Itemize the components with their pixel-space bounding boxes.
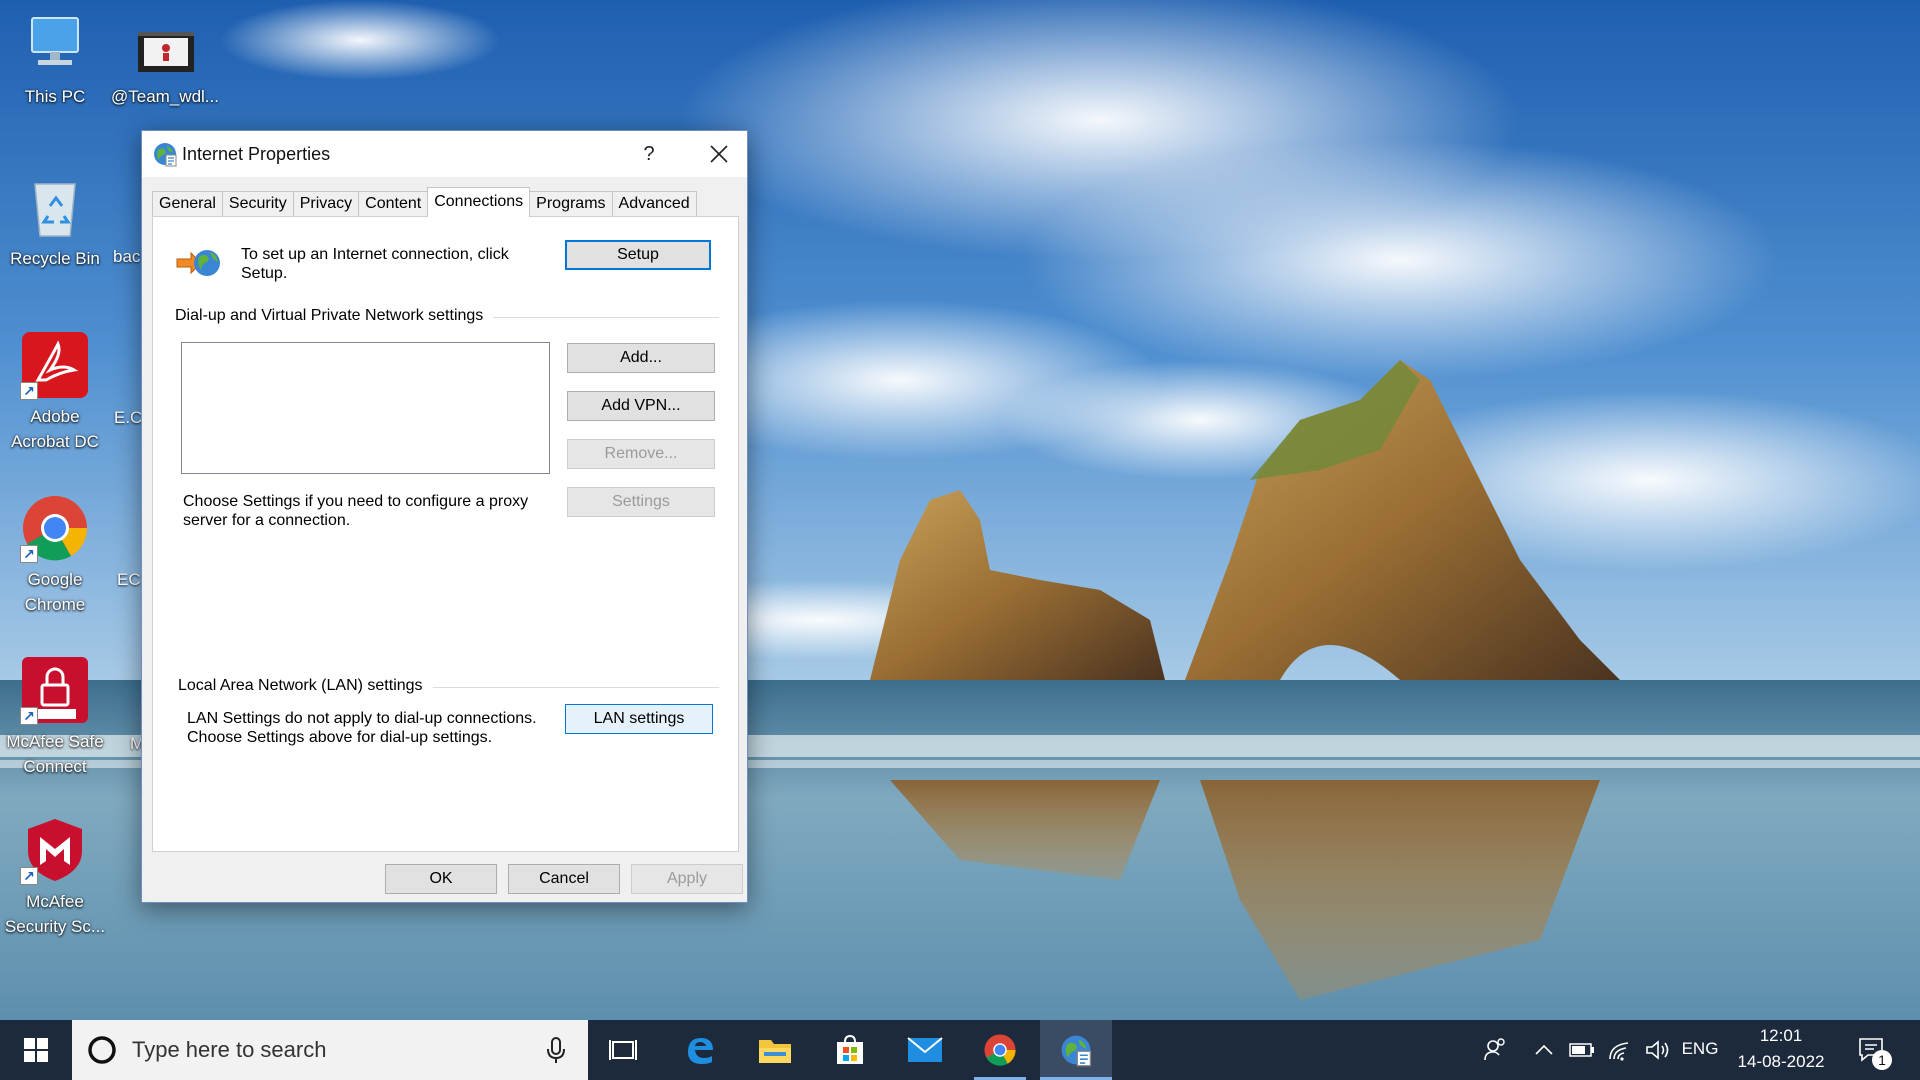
- shortcut-arrow-icon: ↗: [20, 382, 38, 400]
- speaker-icon: [1646, 1040, 1669, 1060]
- video-file-icon: [130, 10, 200, 80]
- setup-button[interactable]: Setup: [565, 240, 711, 270]
- desktop-icon-google-chrome[interactable]: ↗ Google Chrome: [0, 493, 110, 617]
- mcafee-safe-connect-icon: ↗: [20, 655, 90, 725]
- chevron-up-icon: [1535, 1044, 1553, 1055]
- taskbar-mail[interactable]: [895, 1020, 955, 1080]
- monitor-icon: [20, 10, 90, 80]
- tab-privacy[interactable]: Privacy: [292, 191, 360, 217]
- desktop-icon-label-partial: bac: [113, 247, 141, 266]
- wifi-icon: [1609, 1042, 1629, 1061]
- apply-button[interactable]: Apply: [631, 864, 743, 894]
- tab-programs[interactable]: Programs: [529, 191, 613, 217]
- tab-connections[interactable]: Connections: [427, 187, 531, 217]
- chrome-icon: [984, 1034, 1016, 1066]
- connections-listbox[interactable]: [181, 342, 550, 474]
- ok-button[interactable]: OK: [385, 864, 497, 894]
- taskbar-chrome[interactable]: [970, 1020, 1030, 1080]
- dialup-group-label: Dial-up and Virtual Private Network sett…: [175, 307, 494, 325]
- shortcut-arrow-icon: ↗: [20, 545, 38, 563]
- lan-settings-button[interactable]: LAN settings: [565, 704, 713, 734]
- action-center-button[interactable]: 1: [1850, 1020, 1894, 1080]
- mail-envelope-icon: [907, 1037, 943, 1062]
- chrome-icon: ↗: [20, 493, 90, 563]
- desktop-icon-this-pc[interactable]: This PC: [0, 10, 110, 109]
- taskbar-file-explorer[interactable]: [745, 1020, 805, 1080]
- people-icon: [1484, 1038, 1505, 1061]
- dialog-title: Internet Properties: [182, 144, 331, 164]
- shortcut-arrow-icon: ↗: [20, 707, 38, 725]
- lan-description: LAN Settings do not apply to dial-up con…: [187, 710, 537, 746]
- desktop-icon-mcafee-safe-connect[interactable]: ↗ McAfee Safe Connect: [0, 655, 110, 779]
- store-bag-icon: [837, 1034, 863, 1064]
- tab-security[interactable]: Security: [221, 191, 294, 217]
- folder-icon: [759, 1040, 791, 1063]
- desktop-icon-label-partial: E.C: [114, 408, 143, 427]
- people-button[interactable]: [1475, 1020, 1515, 1080]
- language-indicator[interactable]: ENG: [1680, 1039, 1720, 1059]
- desktop-icon-mcafee-security-scan[interactable]: ↗ McAfee Security Sc...: [0, 815, 110, 939]
- add-button[interactable]: Add...: [567, 343, 715, 373]
- taskbar-internet-properties[interactable]: [1040, 1020, 1112, 1080]
- volume-button[interactable]: [1640, 1020, 1676, 1080]
- dialog-titlebar[interactable]: Internet Properties ?: [142, 131, 747, 177]
- connections-panel: To set up an Internet connection, click …: [152, 216, 739, 852]
- taskbar-microsoft-store[interactable]: [820, 1020, 880, 1080]
- desktop-icon-adobe-acrobat[interactable]: ↗ Adobe Acrobat DC: [0, 330, 110, 454]
- cortana-circle-icon: [88, 1036, 116, 1064]
- task-view-button[interactable]: [593, 1020, 653, 1080]
- recycle-bin-icon: [20, 172, 90, 242]
- task-view-icon: [609, 1040, 637, 1060]
- windows-logo-icon: [24, 1038, 48, 1062]
- tab-strip: General Security Privacy Content Connect…: [152, 187, 697, 217]
- desktop-icon-label: McAfee Security Sc...: [4, 892, 106, 936]
- search-placeholder: Type here to search: [132, 1037, 327, 1062]
- internet-globe-icon: [1061, 1035, 1092, 1067]
- battery-button[interactable]: [1564, 1020, 1600, 1080]
- edge-icon: [688, 1038, 713, 1064]
- remove-button[interactable]: Remove...: [567, 439, 715, 469]
- desktop-icon-label: McAfee Safe Connect: [6, 732, 104, 776]
- desktop-icon-recycle-bin[interactable]: Recycle Bin: [0, 172, 110, 271]
- tab-advanced[interactable]: Advanced: [611, 191, 697, 217]
- desktop-icon-label: This PC: [24, 87, 86, 106]
- setup-description: To set up an Internet connection, click …: [241, 246, 509, 282]
- internet-properties-dialog: Internet Properties ? General Security P…: [141, 130, 748, 903]
- notification-count-badge: 1: [1872, 1050, 1892, 1070]
- help-button[interactable]: ?: [620, 131, 678, 177]
- mcafee-shield-icon: ↗: [20, 815, 90, 885]
- tab-general[interactable]: General: [152, 191, 223, 217]
- desktop-icon-label: Adobe Acrobat DC: [11, 407, 99, 451]
- cancel-button[interactable]: Cancel: [508, 864, 620, 894]
- clock-time[interactable]: 12:01: [1726, 1026, 1836, 1046]
- lan-group-label: Local Area Network (LAN) settings: [178, 677, 433, 695]
- desktop-icon-team-file[interactable]: @Team_wdl...: [110, 10, 220, 109]
- taskbar-edge[interactable]: [670, 1020, 730, 1080]
- tab-content[interactable]: Content: [358, 191, 429, 217]
- close-icon: [710, 145, 728, 163]
- taskbar: Type here to search ENG 12:01 14-08-2022…: [0, 1020, 1920, 1080]
- microphone-icon[interactable]: [544, 1036, 568, 1064]
- add-vpn-button[interactable]: Add VPN...: [567, 391, 715, 421]
- taskbar-search-box[interactable]: Type here to search: [72, 1020, 588, 1080]
- desktop-icon-label-partial: EC: [117, 570, 141, 589]
- desktop-icon-label: @Team_wdl...: [111, 87, 219, 106]
- desktop-icon-label: Recycle Bin: [10, 249, 100, 268]
- desktop-icon-label: Google Chrome: [24, 570, 86, 614]
- battery-icon: [1569, 1043, 1594, 1057]
- settings-button[interactable]: Settings: [567, 487, 715, 517]
- clock-date[interactable]: 14-08-2022: [1726, 1052, 1836, 1072]
- show-hidden-icons-button[interactable]: [1526, 1020, 1562, 1080]
- network-button[interactable]: [1602, 1020, 1638, 1080]
- shortcut-arrow-icon: ↗: [20, 867, 38, 885]
- proxy-description: Choose Settings if you need to configure…: [183, 493, 529, 529]
- close-button[interactable]: [688, 131, 748, 177]
- acrobat-icon: ↗: [20, 330, 90, 400]
- start-button[interactable]: [0, 1020, 72, 1080]
- connection-wizard-icon: [175, 243, 221, 283]
- internet-globe-icon: [152, 141, 178, 167]
